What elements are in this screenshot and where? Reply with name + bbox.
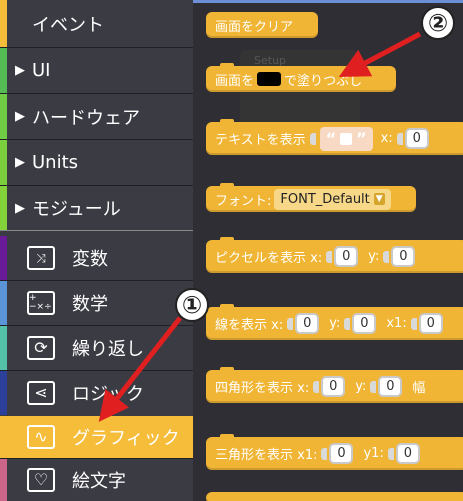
annotation-arrows bbox=[98, 31, 422, 422]
arrow-2 bbox=[338, 31, 422, 78]
app-root: イベント ▶ UI ▶ ハードウェア ▶ Units ▶ モジュール ⤨ 変数 … bbox=[0, 0, 463, 501]
arrow-1 bbox=[98, 316, 182, 422]
annotation-marker-2: ② bbox=[421, 6, 455, 40]
annotation-marker-1: ① bbox=[175, 288, 209, 322]
